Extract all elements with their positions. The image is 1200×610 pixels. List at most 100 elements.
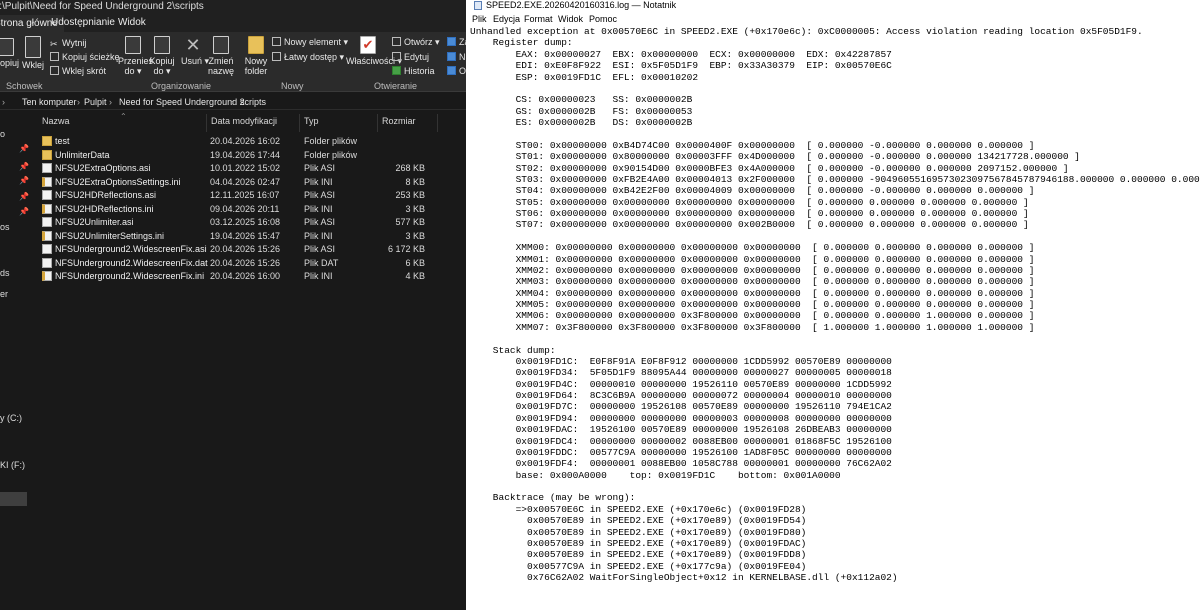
file-row[interactable]: NFSU2UnlimiterSettings.ini 19.04.2026 15:…	[40, 230, 440, 244]
new-item-button[interactable]: Nowy element ▾	[272, 37, 348, 48]
log-line: XMM07: 0x3F800000 0x3F800000 0x3F800000 …	[470, 321, 1035, 333]
nav-item-drive-f[interactable]: KI (F:)	[0, 460, 25, 470]
tab-view[interactable]: Widok	[118, 17, 146, 28]
scissors-icon: ✂	[50, 39, 58, 49]
invert-selection-button[interactable]: Od	[447, 66, 466, 76]
breadcrumb-game-folder[interactable]: Need for Speed Underground 2	[119, 97, 245, 107]
file-date: 10.01.2022 15:02	[210, 163, 281, 173]
file-icon	[42, 203, 52, 214]
notepad-icon	[474, 1, 482, 10]
column-header-type[interactable]: Typ	[304, 116, 319, 130]
breadcrumb-desktop[interactable]: Pulpit	[84, 97, 107, 107]
new-folder-icon	[248, 36, 264, 54]
properties-icon: ✔	[360, 36, 376, 54]
log-line: ST02: 0x00000000 0x90154D00 0x0000BFE3 0…	[470, 162, 1069, 174]
log-line: ST04: 0x00000000 0xB42E2F00 0x00004009 0…	[470, 185, 1035, 197]
log-line: 0x0019FD4C: 00000010 00000000 19526110 0…	[470, 378, 892, 390]
log-line: 0x76C62A02 WaitForSingleObject+0x12 in K…	[470, 572, 898, 583]
file-date: 04.04.2026 02:47	[210, 176, 281, 187]
new-folder-label: Nowy folder	[244, 56, 268, 76]
log-line: 0x0019FD94: 00000000 00000000 00000003 0…	[470, 412, 892, 424]
select-none-button[interactable]: Ni	[447, 52, 466, 62]
file-type: Folder plików	[304, 149, 358, 160]
nav-item-3[interactable]: ds	[0, 268, 10, 278]
column-header-date[interactable]: Data modyfikacji	[211, 116, 277, 130]
new-item-icon	[272, 37, 281, 46]
new-folder-button[interactable]: Nowy folder	[243, 36, 269, 76]
file-row[interactable]: NFSU2ExtraOptions.asi 10.01.2022 15:02 Pli…	[40, 162, 440, 176]
file-row[interactable]: NFSUnderground2.WidescreenFix.dat 20.04.2…	[40, 257, 440, 271]
cut-button[interactable]: ✂ Wytnij	[50, 38, 86, 49]
notepad-text-area[interactable]: Unhandled exception at 0x00570E6C in SPE…	[470, 26, 1200, 610]
pin-icon: 📌	[19, 207, 29, 216]
copy-path-label: Kopiuj ścieżkę	[62, 52, 120, 62]
delete-button[interactable]: ✕ Usuń ▾	[181, 36, 209, 66]
address-bar[interactable]: › Ten komputer › Pulpit › Need for Speed…	[0, 94, 466, 110]
column-header-name[interactable]: Nazwa	[42, 116, 70, 130]
log-line: 0x00577C9A in SPEED2.EXE (+0x177c9a) (0x…	[470, 560, 807, 572]
log-line: GS: 0x0000002B FS: 0x00000053	[470, 105, 693, 117]
move-to-icon	[125, 36, 141, 54]
copy-path-button[interactable]: Kopiuj ścieżkę	[50, 52, 120, 62]
file-icon	[42, 271, 52, 281]
log-line: CS: 0x00000023 SS: 0x0000002B	[470, 94, 693, 106]
nav-item-drive-c[interactable]: y (C:)	[0, 413, 22, 423]
clipboard-icon	[25, 36, 41, 58]
file-row[interactable]: NFSUnderground2.WidescreenFix.asi 20.04.2…	[40, 243, 440, 257]
nav-item-4[interactable]: er	[0, 289, 8, 299]
log-line: base: 0x000A0000 top: 0x0019FD1C bottom:…	[470, 469, 841, 481]
paste-button[interactable]: Wklej	[22, 36, 44, 70]
paste-shortcut-button[interactable]: Wklej skrót	[50, 66, 106, 76]
pin-icon: 📌	[19, 144, 29, 153]
tab-share[interactable]: Udostępnianie	[51, 17, 115, 28]
log-line: ST06: 0x00000000 0x00000000 0x00000000 0…	[470, 208, 1029, 219]
file-name: NFSU2ExtraOptionsSettings.ini	[55, 176, 181, 187]
edit-button[interactable]: Edytuj	[392, 52, 429, 62]
history-button[interactable]: Historia	[392, 66, 435, 76]
log-line: XMM03: 0x00000000 0x00000000 0x00000000 …	[470, 276, 1035, 288]
file-row[interactable]: NFSU2Unlimiter.asi 03.12.2025 16:08 Plik A…	[40, 216, 440, 230]
column-header-size[interactable]: Rozmiar	[382, 116, 416, 130]
open-button[interactable]: Otwórz ▾	[392, 37, 440, 48]
menu-file[interactable]: Plik	[472, 14, 487, 24]
menu-help[interactable]: Pomoc	[589, 14, 617, 24]
file-name: NFSU2UnlimiterSettings.ini	[55, 230, 165, 241]
copy-button[interactable]: Kopiuj	[0, 38, 19, 68]
log-line: XMM04: 0x00000000 0x00000000 0x00000000 …	[470, 287, 1035, 299]
file-name: NFSUnderground2.WidescreenFix.asi	[55, 244, 207, 254]
edit-icon	[392, 52, 401, 61]
easy-access-button[interactable]: Łatwy dostęp ▾	[272, 52, 344, 63]
shortcut-icon	[50, 66, 59, 75]
file-size: 577 KB	[395, 217, 425, 227]
delete-label: Usuń ▾	[181, 56, 210, 66]
rename-label: Zmień nazwę	[208, 56, 235, 76]
file-row[interactable]: NFSU2HDReflections.asi 12.11.2025 16:07 Pl…	[40, 189, 440, 203]
sort-ascending-icon: ⌃	[120, 112, 127, 121]
properties-button[interactable]: ✔ Właściwości ▾	[346, 36, 402, 66]
copy-to-button[interactable]: Kopiuj do ▾	[148, 36, 176, 76]
rename-button[interactable]: Zmień nazwę	[208, 36, 234, 76]
group-label-new: Nowy	[281, 81, 304, 91]
breadcrumb-scripts[interactable]: scripts	[240, 97, 266, 107]
file-row[interactable]: NFSU2HDReflections.ini 09.04.2026 20:11 Pl…	[40, 203, 440, 217]
nav-item-1[interactable]: o	[0, 129, 5, 139]
copy-to-label: Kopiuj do ▾	[149, 56, 175, 76]
nav-item-2[interactable]: os	[0, 222, 10, 232]
file-type: Plik INI	[304, 271, 333, 281]
notepad-title: SPEED2.EXE.20260420160316.log — Notatnik	[486, 0, 677, 10]
pin-icon: 📌	[19, 176, 29, 185]
file-row[interactable]: NFSUnderground2.WidescreenFix.ini 20.04.2…	[40, 270, 440, 284]
file-row[interactable]: test 20.04.2026 16:02 Folder plików	[40, 135, 440, 149]
file-row[interactable]: UnlimiterData 19.04.2026 17:44 Folder plik…	[40, 149, 440, 163]
breadcrumb-this-pc[interactable]: Ten komputer	[22, 97, 77, 107]
menu-edit[interactable]: Edycja	[493, 14, 520, 24]
select-all-button[interactable]: Za	[447, 37, 466, 47]
menu-view[interactable]: Widok	[558, 14, 583, 24]
move-to-button[interactable]: Przenieś do ▾	[118, 36, 153, 76]
open-label: Otwórz ▾	[404, 37, 440, 47]
file-row[interactable]: NFSU2ExtraOptionsSettings.ini 04.04.2026 …	[40, 176, 440, 190]
menu-format[interactable]: Format	[524, 14, 553, 24]
